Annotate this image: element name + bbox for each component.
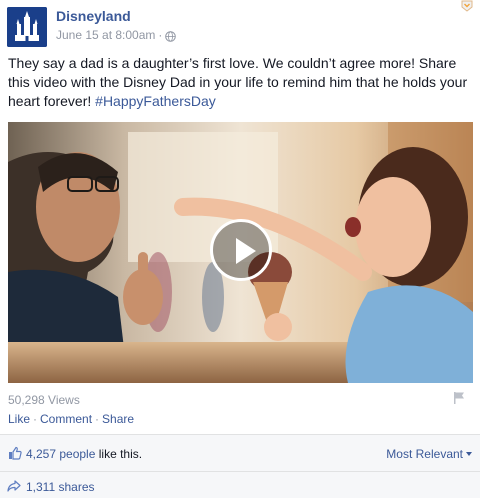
- feedback-section: 4,257 people like this. Most Relevant 1,…: [0, 434, 480, 498]
- action-separator: ·: [95, 412, 100, 426]
- globe-icon[interactable]: [165, 30, 177, 42]
- video-player[interactable]: [8, 122, 473, 383]
- likes-summary: 4,257 people like this.: [26, 447, 142, 461]
- post-timestamp[interactable]: June 15 at 8:00am: [56, 27, 155, 43]
- play-button[interactable]: [210, 219, 272, 281]
- action-separator: ·: [33, 412, 38, 426]
- play-icon: [236, 238, 256, 264]
- comment-link[interactable]: Comment: [40, 412, 92, 426]
- likes-suffix: like this.: [95, 447, 143, 461]
- shares-row: 1,311 shares: [0, 473, 480, 498]
- like-link[interactable]: Like: [8, 412, 30, 426]
- video-views: 50,298 Views: [8, 393, 80, 407]
- share-link[interactable]: Share: [102, 412, 134, 426]
- caret-down-icon: [466, 452, 472, 456]
- comment-sort-dropdown[interactable]: Most Relevant: [386, 447, 472, 461]
- post-meta: June 15 at 8:00am ·: [56, 27, 177, 43]
- page-name[interactable]: Disneyland: [56, 7, 131, 25]
- disneyland-logo: [7, 7, 47, 47]
- chevron-down-icon[interactable]: [460, 0, 474, 14]
- page-avatar[interactable]: [7, 7, 47, 47]
- sort-label: Most Relevant: [386, 447, 463, 461]
- share-arrow-icon: [7, 479, 21, 492]
- thumbs-up-icon: [8, 446, 22, 460]
- post-message: They say a dad is a daughter’s first lov…: [8, 55, 468, 109]
- post-text: They say a dad is a daughter’s first lov…: [8, 54, 474, 111]
- likes-people-link[interactable]: 4,257 people: [26, 447, 95, 461]
- meta-separator: ·: [158, 28, 163, 42]
- likes-row: 4,257 people like this. Most Relevant: [0, 435, 480, 472]
- shares-link[interactable]: 1,311 shares: [26, 480, 95, 494]
- hashtag-link[interactable]: #HappyFathersDay: [95, 93, 216, 109]
- flag-icon[interactable]: [452, 391, 466, 405]
- post-actions: Like · Comment · Share: [8, 412, 134, 426]
- facebook-post: Disneyland June 15 at 8:00am · They say …: [0, 0, 480, 498]
